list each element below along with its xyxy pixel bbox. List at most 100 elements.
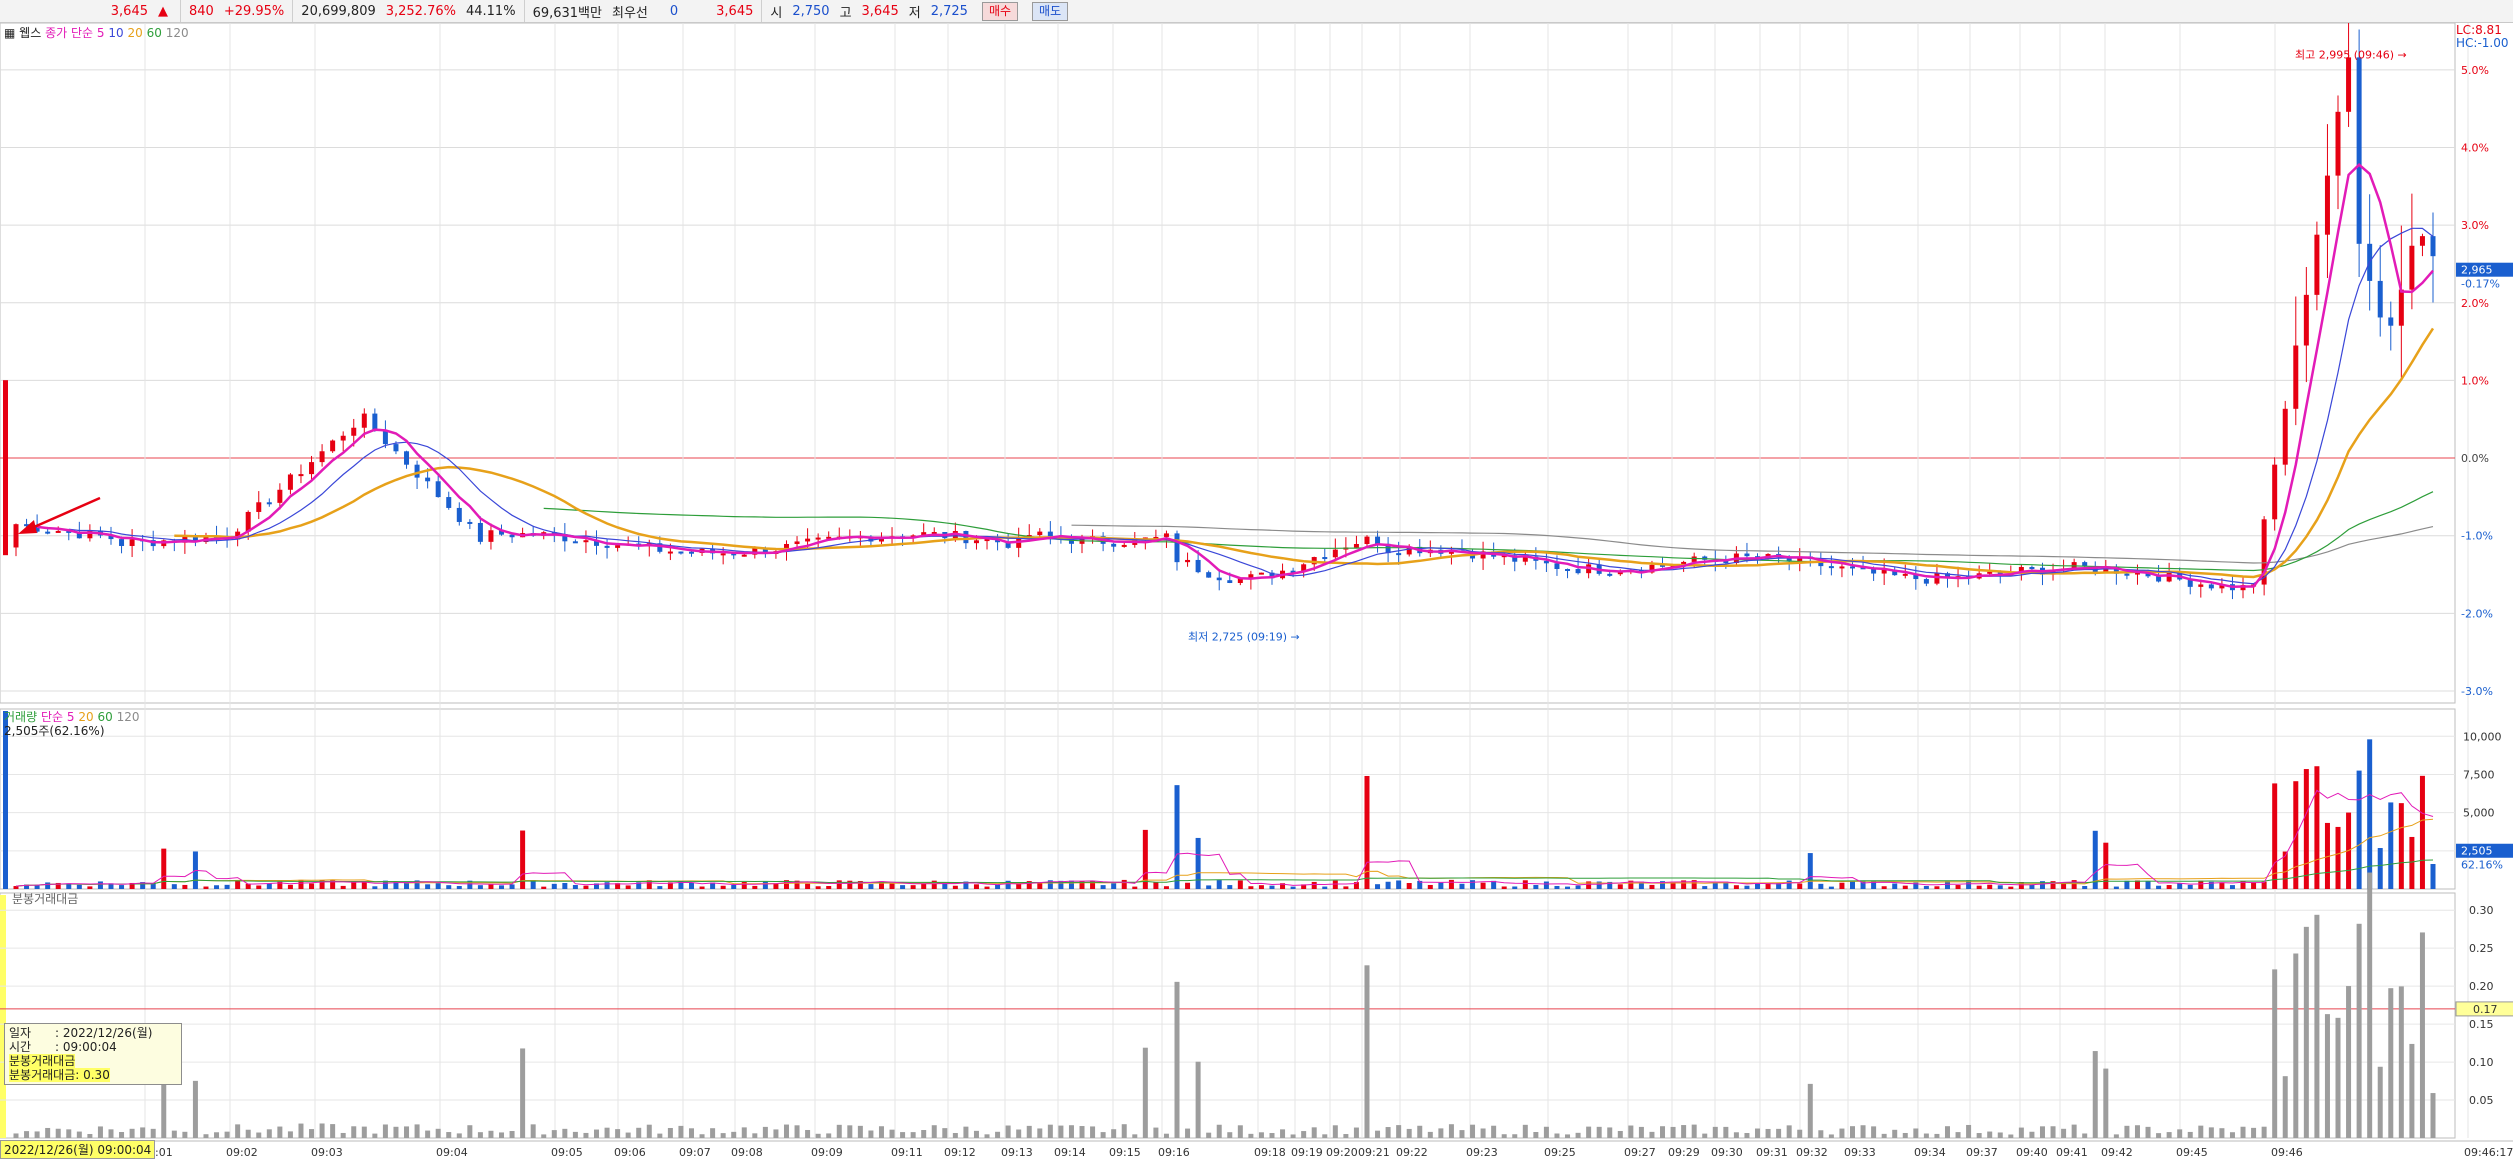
volume-bar (2082, 885, 2088, 889)
volume-bar (1448, 879, 1454, 889)
volume-bar (509, 884, 515, 889)
candle-body (1607, 573, 1613, 576)
buy-button[interactable]: 매수 (981, 1, 1019, 21)
chart-menu-icon[interactable]: ▦ (4, 26, 15, 40)
amount-bar (921, 1130, 927, 1138)
amount-bar (1955, 1132, 1961, 1138)
volume-bar (477, 885, 483, 889)
volume-bar (604, 882, 610, 889)
amount-bar (2314, 914, 2320, 1138)
candle-body (2430, 236, 2436, 257)
open-value: 2,750 (792, 3, 830, 19)
candle-body (2409, 245, 2415, 290)
time-tick-label: 09:02 (226, 1146, 258, 1159)
candle-body (1839, 566, 1845, 569)
amount-bar (731, 1131, 737, 1138)
candle-body (2356, 57, 2362, 244)
change-cell: 840 +29.95% (181, 0, 294, 22)
sell-button[interactable]: 매도 (1032, 1, 1069, 21)
amount-bar (1670, 1126, 1676, 1138)
volume-bar (2251, 882, 2257, 889)
candle-body (2419, 236, 2425, 246)
volume-bar (2187, 884, 2193, 889)
candle-body (1037, 531, 1043, 536)
amount-bar (1216, 1124, 1222, 1138)
volume-bar (1702, 886, 1708, 889)
amount-bar (2293, 953, 2299, 1138)
volume-bar (2008, 886, 2014, 889)
volume-bar (731, 884, 737, 889)
current-price: 3,645 (110, 3, 148, 19)
amount-bar (161, 1076, 167, 1138)
amount-bar (1776, 1128, 1782, 1138)
amount-bar (66, 1129, 72, 1138)
amount-bar (1311, 1127, 1317, 1138)
amount-bar (2303, 926, 2309, 1138)
volume-bar (1786, 880, 1792, 889)
volume-bar (488, 884, 494, 889)
grid-lines (0, 23, 2469, 1139)
amount-bar (1976, 1133, 1982, 1138)
volume-bar (361, 882, 367, 889)
candle-body (2198, 584, 2204, 587)
price-title: 웹스 (19, 26, 42, 40)
amount-bar (805, 1129, 811, 1138)
candle-body (1575, 569, 1581, 574)
price-change-pct: +29.95% (223, 3, 285, 19)
volume-bar (1923, 885, 1929, 889)
price-tick-label: 3.0% (2461, 219, 2489, 232)
amount-bar (1934, 1133, 1940, 1138)
amount-bar (1417, 1125, 1423, 1138)
ma120-label: 120 (165, 26, 189, 40)
volume-bar (1195, 837, 1201, 889)
volume-bar (1258, 885, 1264, 889)
amount-bar (1385, 1127, 1391, 1138)
amount-bar (720, 1133, 726, 1138)
amount-bar (2388, 988, 2394, 1138)
high-value: 3,645 (861, 3, 899, 19)
candle-body (277, 489, 283, 503)
amount-bar (1227, 1132, 1233, 1138)
candle-body (1163, 533, 1169, 537)
amount-bar (1554, 1133, 1560, 1138)
amount-bar (119, 1132, 125, 1138)
candle-body (2346, 57, 2352, 112)
amount-bar (1301, 1131, 1307, 1138)
amount-bar (1132, 1134, 1138, 1138)
volume-bar (1554, 885, 1560, 889)
volume-bar (720, 885, 726, 889)
candle-body (361, 413, 367, 428)
amount-bar (1617, 1130, 1623, 1138)
candle-body (382, 430, 388, 445)
volume-bar (741, 881, 747, 889)
amount-bar (1638, 1126, 1644, 1138)
amount-bar (952, 1133, 958, 1138)
amount-bar (245, 1129, 251, 1138)
amount-bar (1322, 1134, 1328, 1138)
volume-bar (1733, 885, 1739, 889)
trade-amount: 69,631백만 (532, 5, 602, 21)
volume-bar (171, 884, 177, 889)
volume-current-badge-text: 2,505 (2461, 845, 2493, 858)
time-tick-label: 09:15 (1109, 1146, 1141, 1159)
time-tick-label: 09:14 (1054, 1146, 1086, 1159)
minute-chart[interactable]: 최고 2,995 (09:46) → 최저 2,725 (09:19) → 5.0… (0, 23, 2513, 1167)
lc-label: LC:8.81 (2456, 23, 2502, 37)
volume-bar (773, 883, 779, 889)
amount-bar (2229, 1132, 2235, 1138)
amount-bar (2272, 969, 2278, 1138)
amount-bar (699, 1134, 705, 1138)
candle-body (509, 534, 515, 538)
volume-bar (1322, 886, 1328, 889)
time-tick-label: 09:22 (1396, 1146, 1428, 1159)
amount-bar (1987, 1131, 1993, 1138)
tooltip-item2-value: : 0.30 (75, 1068, 110, 1082)
amount-bar (1470, 1124, 1476, 1138)
candle-body (1828, 566, 1834, 569)
volume-bar (1649, 884, 1655, 889)
amount-bar (1100, 1132, 1106, 1138)
amount-bar (1406, 1128, 1412, 1138)
up-arrow-icon: ▲ (158, 3, 168, 19)
time-tick-label: 09:31 (1756, 1146, 1788, 1159)
high-label: 고 (839, 5, 852, 21)
